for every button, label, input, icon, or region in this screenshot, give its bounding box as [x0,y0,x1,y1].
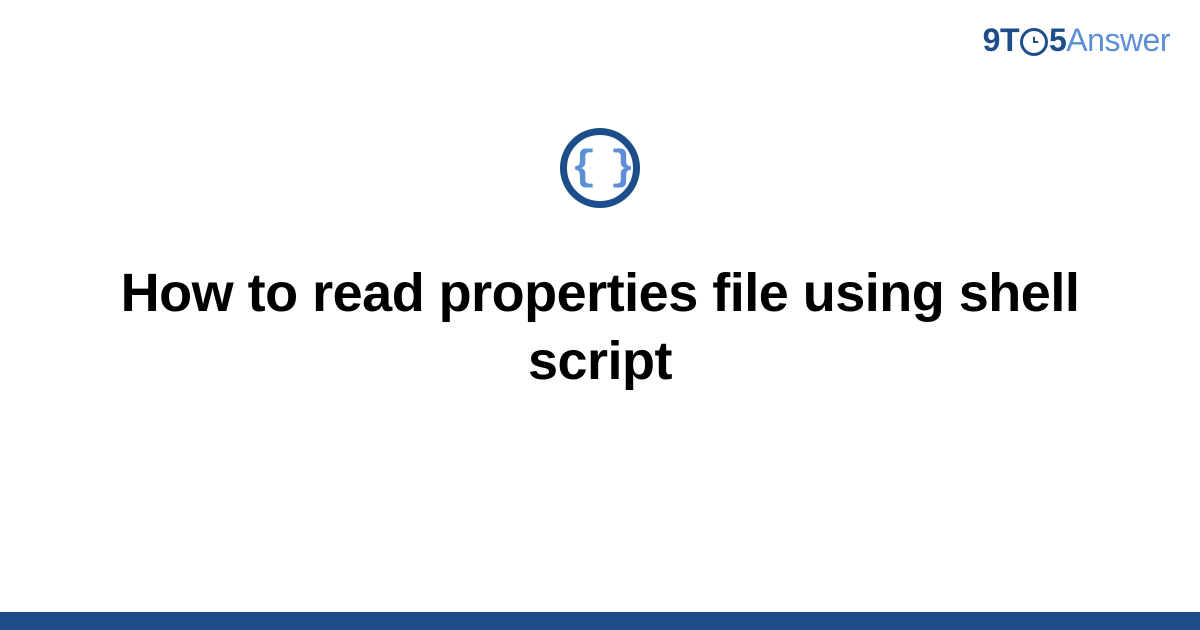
braces-symbol: { } [571,147,629,189]
clock-icon [1020,28,1048,56]
logo-text-9t: 9T [983,22,1019,59]
logo-text-answer: Answer [1066,22,1170,59]
site-logo: 9T 5 Answer [983,22,1170,59]
code-braces-icon: { } [560,128,640,208]
footer-accent-bar [0,612,1200,630]
page-title: How to read properties file using shell … [100,260,1100,395]
main-content: { } How to read properties file using sh… [0,128,1200,395]
logo-text-5: 5 [1049,22,1066,59]
